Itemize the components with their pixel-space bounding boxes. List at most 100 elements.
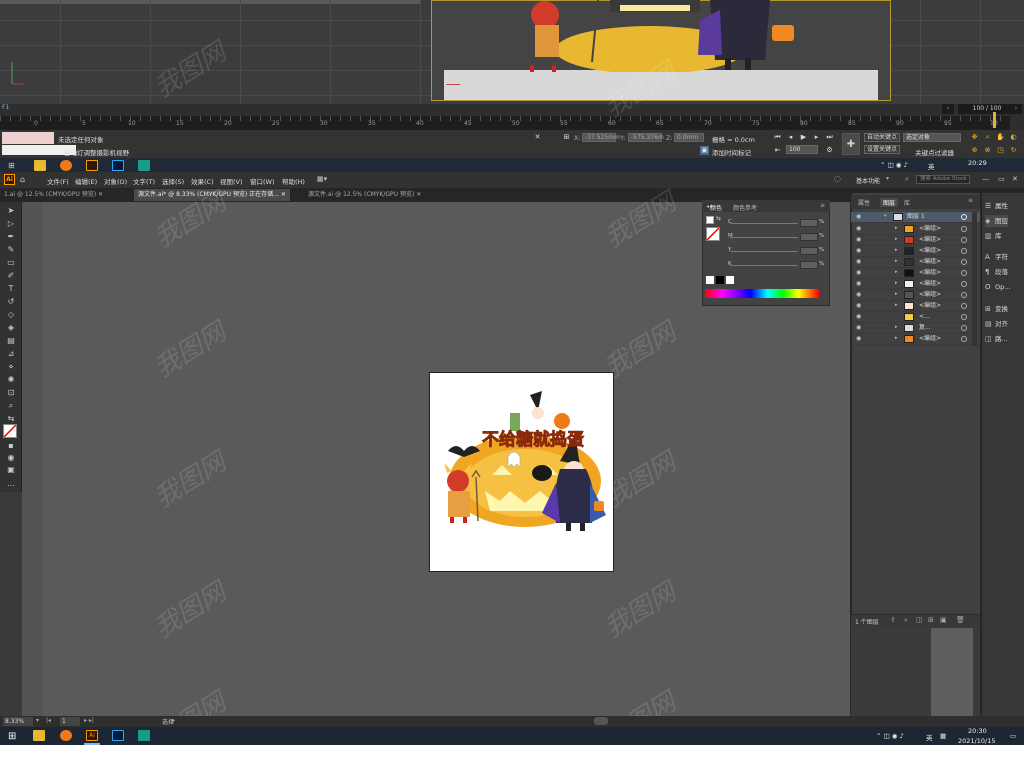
timeline-playhead[interactable] bbox=[993, 112, 996, 128]
auto-key-button[interactable]: 自动关键点 bbox=[864, 133, 900, 142]
expand-arrow-icon[interactable]: ▸ bbox=[895, 236, 898, 242]
menu-edit[interactable]: 编辑(E) bbox=[75, 176, 97, 186]
minimize-icon[interactable]: — bbox=[982, 175, 989, 183]
layer-row[interactable]: ◉ <... bbox=[851, 312, 980, 323]
close-icon[interactable]: ✕ bbox=[1012, 175, 1018, 183]
layer-target-icon[interactable] bbox=[961, 325, 967, 331]
visibility-eye-icon[interactable]: ◉ bbox=[856, 258, 864, 266]
pen-tool-icon[interactable]: ✒ bbox=[5, 231, 17, 242]
artboard-number-field[interactable]: 1 bbox=[60, 717, 80, 726]
zoom-tool-icon[interactable]: ⌕ bbox=[5, 400, 17, 411]
draw-mode-icon[interactable]: ◉ bbox=[5, 452, 17, 463]
zoom-all-icon[interactable]: ⊕ bbox=[970, 146, 979, 155]
ime-mode-icon[interactable]: ▦ bbox=[940, 732, 946, 740]
layer-target-icon[interactable] bbox=[961, 214, 967, 220]
set-key-button[interactable]: 设置关键点 bbox=[864, 145, 900, 154]
panel-menu-icon[interactable]: ≡ bbox=[820, 202, 825, 209]
3dsmax-taskbar-icon[interactable] bbox=[138, 160, 150, 171]
expand-arrow-icon[interactable]: ▸ bbox=[895, 335, 898, 341]
pan-icon[interactable]: ✋ bbox=[996, 133, 1005, 142]
home-icon[interactable]: ⌂ bbox=[20, 175, 25, 184]
expand-arrow-icon[interactable]: ▾ bbox=[884, 213, 887, 219]
expand-arrow-icon[interactable]: ▸ bbox=[895, 291, 898, 297]
tray-icons[interactable]: ⌃ ◫ ◉ ♪ bbox=[876, 732, 904, 740]
workspace-dropdown-icon[interactable]: ▾ bbox=[886, 175, 889, 182]
screen-mode-icon[interactable]: ▣ bbox=[5, 464, 17, 475]
dock-properties[interactable]: ☰ 属性 bbox=[985, 200, 1008, 212]
more-tools-icon[interactable]: … bbox=[5, 478, 17, 489]
dock-align[interactable]: ▤ 对齐 bbox=[985, 318, 1008, 330]
add-time-tag-button[interactable]: 添加时间标记 bbox=[712, 147, 751, 157]
time-config-icon[interactable]: ⚙ bbox=[825, 146, 834, 155]
menu-type[interactable]: 文字(T) bbox=[133, 176, 155, 186]
fov-icon[interactable]: ◐ bbox=[1009, 133, 1018, 142]
search-icon[interactable]: ⌕ bbox=[905, 175, 909, 184]
locate-object-icon[interactable]: ⌕ bbox=[904, 616, 908, 625]
sync-icon[interactable]: ◌ bbox=[834, 174, 841, 183]
close-tab-icon[interactable]: ✕ bbox=[416, 191, 421, 198]
dock-opentype[interactable]: O Op... bbox=[985, 281, 1010, 293]
default-colors-icon[interactable] bbox=[706, 216, 714, 224]
browser-icon[interactable] bbox=[60, 160, 72, 171]
transform-mode-icon[interactable]: ⊞ bbox=[562, 133, 571, 142]
current-frame-field[interactable]: 100 bbox=[786, 145, 818, 154]
swap-colors-icon[interactable]: ⇆ bbox=[716, 215, 721, 222]
horizontal-scroll-thumb[interactable] bbox=[594, 717, 608, 725]
layer-row[interactable]: ◉ ▸ <编组> bbox=[851, 279, 980, 290]
close-tab-icon[interactable]: ✕ bbox=[281, 191, 286, 198]
browser-icon[interactable] bbox=[60, 730, 72, 741]
tab-libraries[interactable]: 库 bbox=[904, 198, 910, 207]
start-icon[interactable]: ⊞ bbox=[8, 161, 15, 170]
layers-menu-icon[interactable]: ≡ bbox=[968, 197, 973, 204]
dock-pathfinder[interactable]: ◫ 路... bbox=[985, 333, 1008, 345]
eraser-tool-icon[interactable]: ◇ bbox=[5, 309, 17, 320]
zoom-dropdown-icon[interactable]: ▾ bbox=[36, 717, 39, 724]
prev-frame-button[interactable]: ‹ bbox=[942, 104, 954, 114]
menu-view[interactable]: 视图(V) bbox=[220, 176, 243, 186]
expand-arrow-icon[interactable]: ▸ bbox=[895, 269, 898, 275]
layer-row[interactable]: ◉ ▸ <编组> bbox=[851, 246, 980, 257]
blend-tool-icon[interactable]: ⋄ bbox=[5, 361, 17, 372]
visibility-eye-icon[interactable]: ◉ bbox=[856, 280, 864, 288]
file-explorer-icon[interactable] bbox=[34, 160, 46, 171]
dock-layers[interactable]: ◈ 图层 bbox=[985, 215, 1008, 227]
zoom-region-icon[interactable]: ⌕ bbox=[983, 133, 992, 142]
layer-row-top[interactable]: ◉ ▾ 图层 1 bbox=[851, 212, 980, 223]
channel-k-slider[interactable] bbox=[730, 265, 798, 266]
color-fill-proxy[interactable] bbox=[706, 227, 720, 241]
next-frame-button[interactable]: › bbox=[1010, 104, 1022, 114]
black-swatch[interactable] bbox=[716, 276, 724, 284]
layer-name[interactable]: <编组> bbox=[919, 257, 941, 267]
new-layer-icon[interactable]: ▣ bbox=[940, 616, 947, 624]
key-mode-icon[interactable]: ⇤ bbox=[773, 146, 782, 155]
rectangle-tool-icon[interactable]: ▭ bbox=[5, 257, 17, 268]
layer-target-icon[interactable] bbox=[961, 226, 967, 232]
tab-document-3[interactable]: 源文件.ai @ 12.5% (CMYK/GPU 预览) ✕ bbox=[304, 189, 425, 201]
color-spectrum-bar[interactable] bbox=[705, 289, 819, 298]
photoshop-taskbar-icon[interactable] bbox=[112, 160, 124, 171]
visibility-eye-icon[interactable]: ◉ bbox=[856, 291, 864, 299]
expand-arrow-icon[interactable]: ▸ bbox=[895, 302, 898, 308]
lock-selection-icon[interactable]: ✕ bbox=[533, 133, 542, 142]
visibility-eye-icon[interactable]: ◉ bbox=[856, 324, 864, 332]
visibility-eye-icon[interactable]: ◉ bbox=[856, 269, 864, 277]
selection-tool-icon[interactable]: ➤ bbox=[5, 205, 17, 216]
curvature-tool-icon[interactable]: ✎ bbox=[5, 244, 17, 255]
rotate-tool-icon[interactable]: ↺ bbox=[5, 296, 17, 307]
restore-icon[interactable]: ▭ bbox=[998, 175, 1005, 183]
dock-paragraph[interactable]: ¶ 段落 bbox=[985, 266, 1008, 278]
channel-c-input[interactable] bbox=[800, 219, 818, 227]
export-icon[interactable]: ⇪ bbox=[890, 616, 896, 624]
next-key-icon[interactable]: ▸ bbox=[812, 133, 821, 142]
next-artboard-icon[interactable]: ▸ ▸| bbox=[84, 717, 94, 724]
tray-icons[interactable]: ⌃ ◫ ◉ ♪ bbox=[880, 161, 908, 169]
channel-k-input[interactable] bbox=[800, 261, 818, 269]
layer-row[interactable]: ◉ ▸ <编组> bbox=[851, 290, 980, 301]
layer-target-icon[interactable] bbox=[961, 292, 967, 298]
selected-object-dropdown[interactable]: 选定对象 bbox=[903, 133, 961, 142]
maximize-viewport-icon[interactable]: ◳ bbox=[996, 146, 1005, 155]
color-mode-icon[interactable]: ▪ bbox=[5, 440, 17, 451]
visibility-eye-icon[interactable]: ◉ bbox=[856, 225, 864, 233]
ime-indicator[interactable]: 英 bbox=[926, 732, 933, 742]
close-tab-icon[interactable]: ✕ bbox=[98, 191, 103, 198]
